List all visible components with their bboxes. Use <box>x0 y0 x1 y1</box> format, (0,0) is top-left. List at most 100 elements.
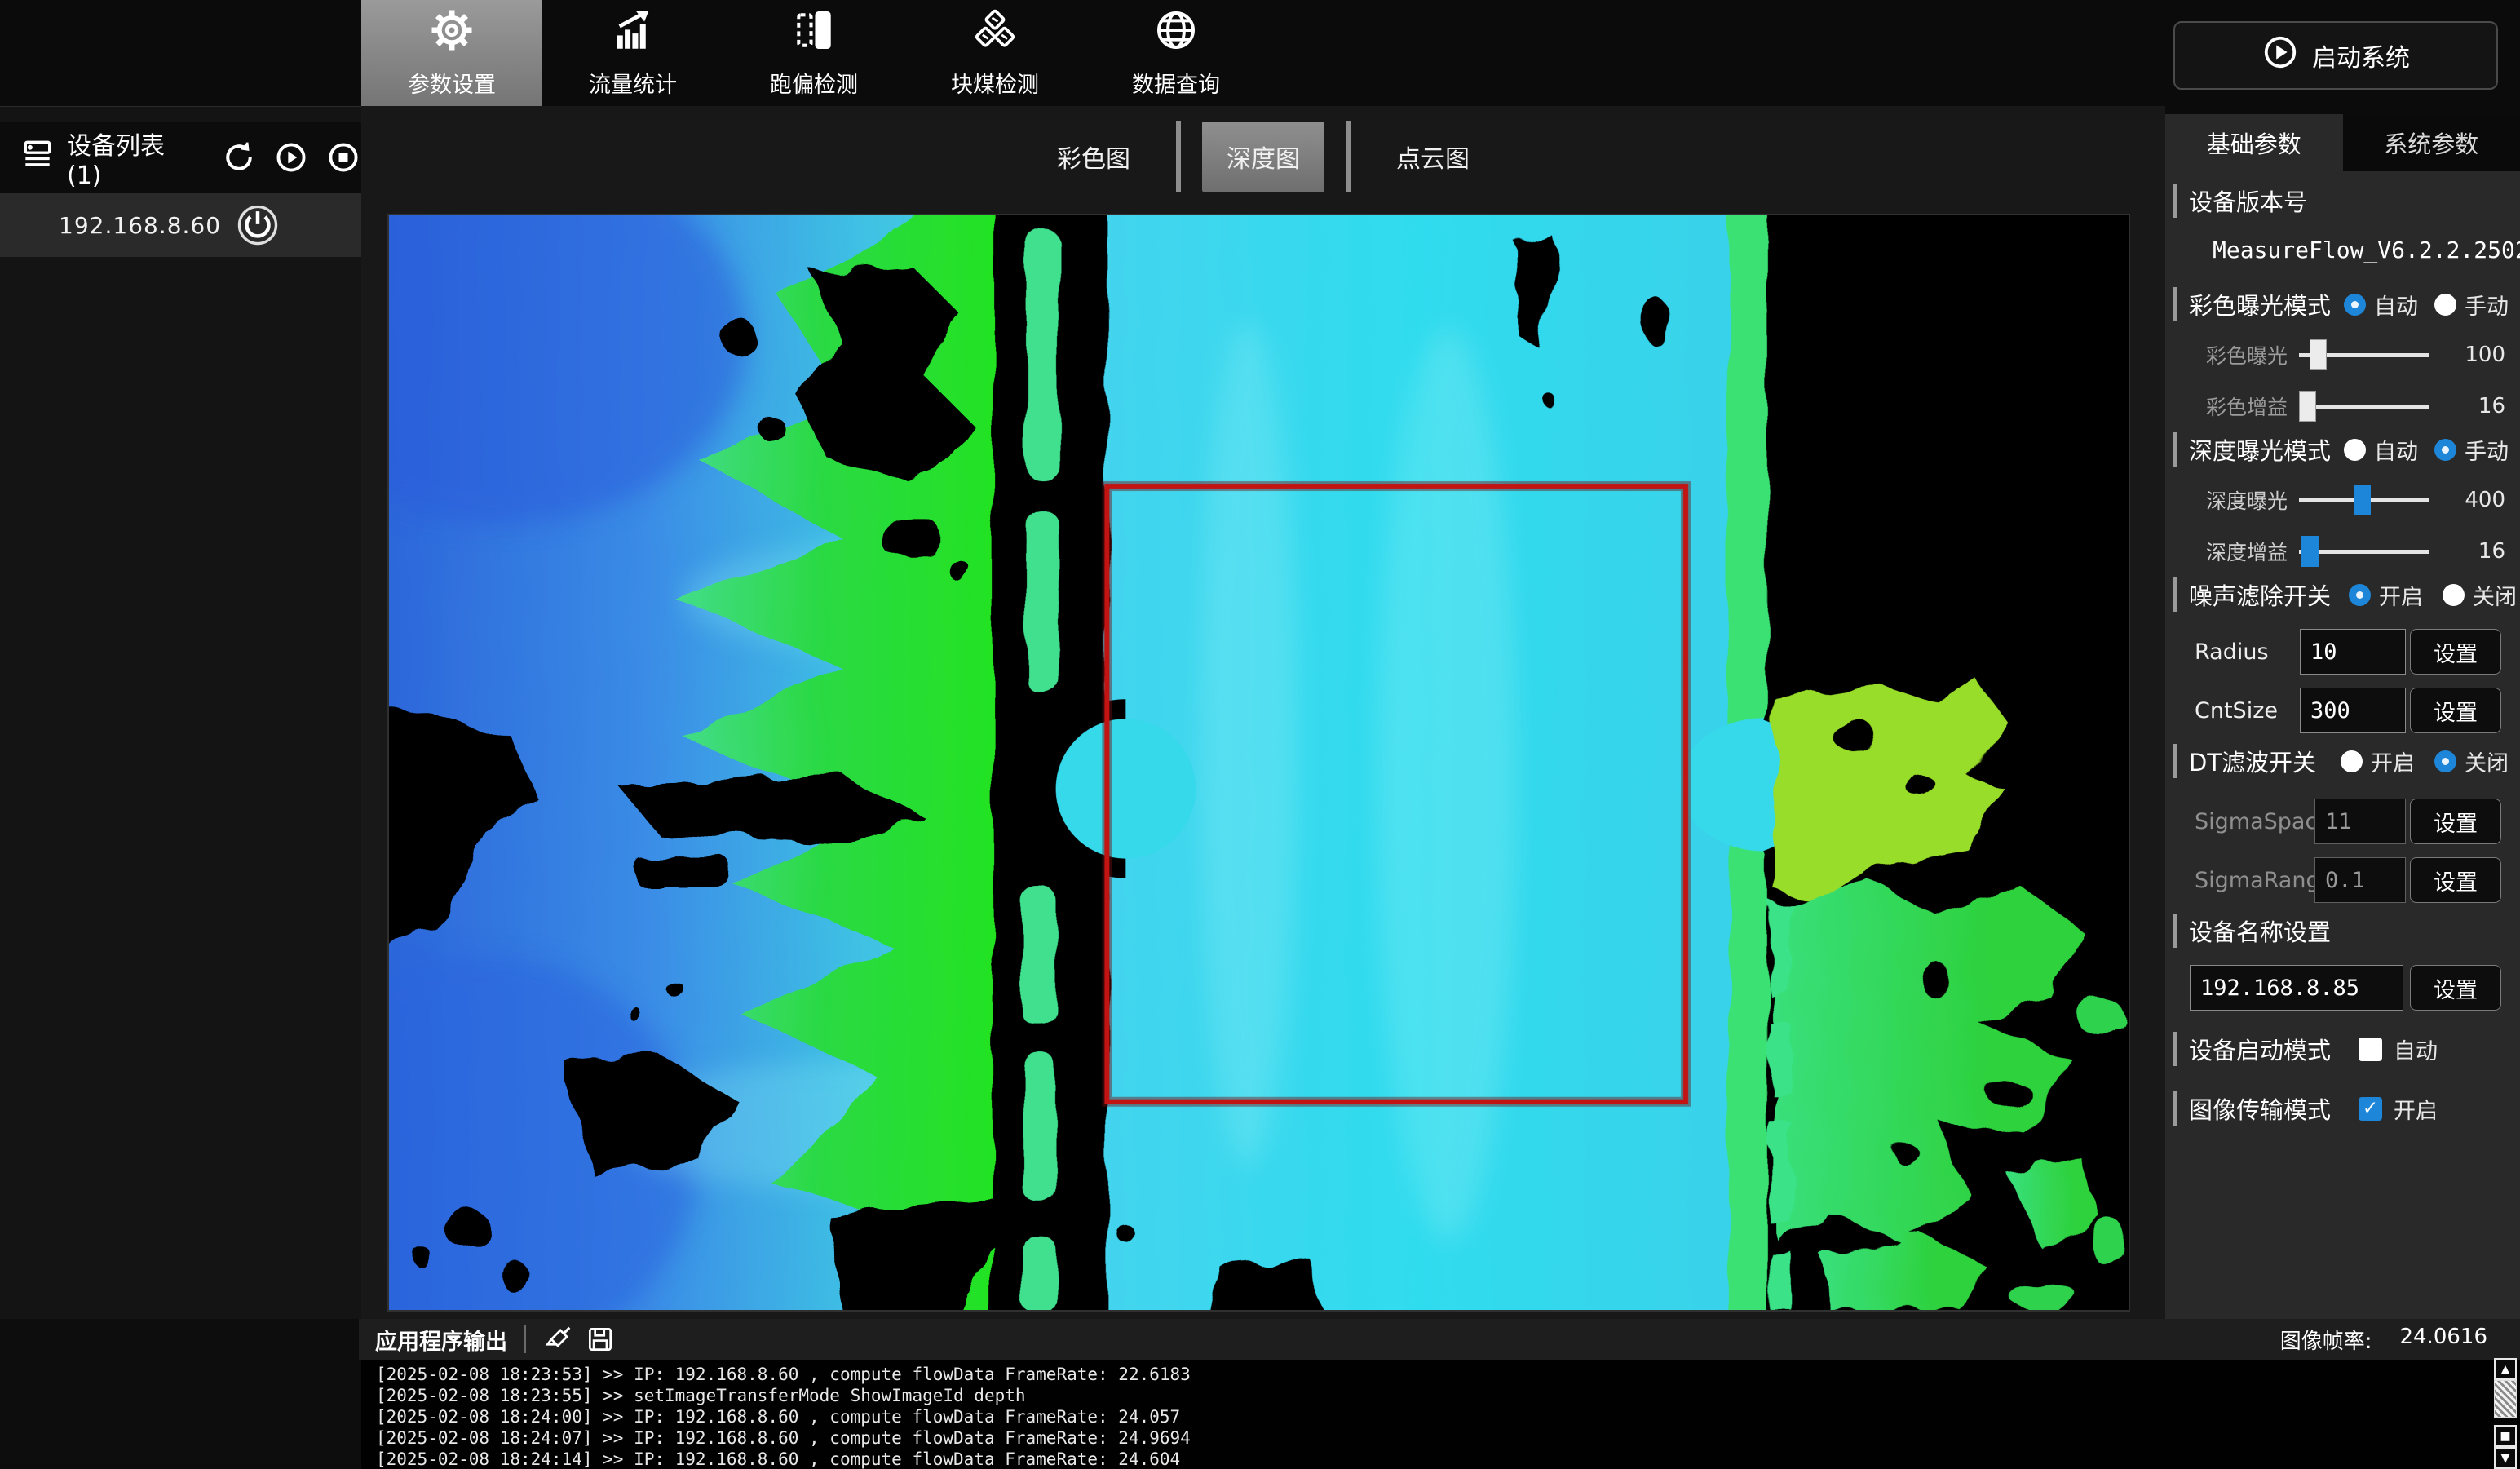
radio-dt-on[interactable]: 开启 <box>2341 746 2415 777</box>
clear-log-icon[interactable] <box>542 1324 573 1355</box>
sigma-range-input[interactable] <box>2314 857 2406 903</box>
scrollbar-thumb[interactable] <box>2494 1380 2517 1418</box>
toolbar-item-parameter-settings[interactable]: 参数设置 <box>361 0 542 106</box>
section-dt-filter: DT滤波开关 开启 关闭 <box>2165 744 2520 778</box>
depth-exposure-value: 400 <box>2465 488 2505 512</box>
coal-blocks-icon <box>972 7 1018 59</box>
sigma-space-set-button[interactable]: 设置 <box>2410 799 2501 844</box>
section-accent-bar <box>2173 432 2177 467</box>
slider-handle[interactable] <box>2301 536 2319 567</box>
stop-all-icon[interactable] <box>325 139 361 175</box>
log-console[interactable]: [2025-02-08 18:23:53] >> IP: 192.168.8.6… <box>361 1360 2520 1469</box>
globe-icon <box>1153 7 1199 59</box>
depth-map-canvas[interactable] <box>387 214 2130 1312</box>
color-exposure-slider[interactable] <box>2299 337 2429 373</box>
start-system-label: 启动系统 <box>2312 38 2410 73</box>
row-sigma-range: SigmaRange 设置 <box>2165 856 2520 904</box>
top-toolbar: 参数设置 流量统计 跑偏检测 块煤检测 <box>0 0 2520 106</box>
device-name-input[interactable] <box>2190 965 2403 1011</box>
power-icon[interactable] <box>236 203 280 247</box>
flow-chart-icon <box>610 7 656 59</box>
color-exposure-label: 彩色曝光 <box>2165 340 2288 369</box>
tab-basic-params[interactable]: 基础参数 <box>2165 114 2343 171</box>
section-depth-exposure-mode: 深度曝光模式 自动 手动 <box>2165 432 2520 467</box>
radio-color-manual[interactable]: 手动 <box>2434 289 2509 321</box>
log-line: [2025-02-08 18:23:53] >> IP: 192.168.8.6… <box>376 1364 2520 1385</box>
section-startup-mode: 设备启动模式 自动 <box>2165 1032 2520 1066</box>
slider-handle[interactable] <box>2310 339 2327 370</box>
toolbar-item-flow-statistics[interactable]: 流量统计 <box>542 0 723 106</box>
color-gain-label: 彩色增益 <box>2165 392 2288 421</box>
startup-mode-checkbox[interactable] <box>2359 1038 2382 1061</box>
radio-dot <box>2344 439 2366 461</box>
color-gain-value: 16 <box>2478 394 2505 418</box>
section-device-version: 设备版本号 <box>2165 184 2520 218</box>
scroll-up-icon[interactable]: ▲ <box>2494 1358 2517 1380</box>
deviation-icon <box>791 7 837 59</box>
tab-point-cloud[interactable]: 点云图 <box>1372 122 1494 192</box>
depth-exposure-slider[interactable] <box>2299 482 2429 518</box>
radio-noise-on[interactable]: 开启 <box>2349 579 2423 611</box>
device-name-set-button[interactable]: 设置 <box>2410 965 2501 1011</box>
cntsize-set-button[interactable]: 设置 <box>2410 688 2501 733</box>
sigma-space-input[interactable] <box>2314 799 2406 844</box>
section-accent-bar <box>2173 744 2177 778</box>
startup-mode-title: 设备启动模式 <box>2189 1032 2331 1066</box>
device-version-value: MeasureFlow_V6.2.2.250207 <box>2165 237 2520 263</box>
parameter-panel: 基础参数 系统参数 设备版本号 MeasureFlow_V6.2.2.25020… <box>2165 106 2520 1319</box>
device-sidebar: 设备列表(1) 192.168.8.60 <box>0 106 361 1319</box>
radius-set-button[interactable]: 设置 <box>2410 629 2501 675</box>
depth-gain-slider[interactable] <box>2299 533 2429 569</box>
slider-handle[interactable] <box>2299 391 2316 422</box>
radio-dot <box>2341 750 2363 772</box>
depth-exposure-label: 深度曝光 <box>2165 485 2288 515</box>
device-list-actions <box>221 139 361 175</box>
radio-depth-auto[interactable]: 自动 <box>2344 434 2418 466</box>
play-all-icon[interactable] <box>273 139 309 175</box>
depth-gain-label: 深度增益 <box>2165 537 2288 566</box>
device-ip: 192.168.8.60 <box>59 212 221 239</box>
radius-label: Radius <box>2195 639 2269 665</box>
refresh-icon[interactable] <box>221 139 257 175</box>
radio-dt-off[interactable]: 关闭 <box>2434 746 2509 777</box>
framerate-value: 24.0616 <box>2399 1325 2487 1355</box>
color-exposure-mode-title: 彩色曝光模式 <box>2189 287 2331 321</box>
scrollbar-track[interactable] <box>2494 1418 2517 1425</box>
sigma-range-set-button[interactable]: 设置 <box>2410 857 2501 903</box>
transfer-mode-checkbox[interactable]: ✓ <box>2359 1097 2382 1121</box>
radio-dot <box>2434 294 2456 316</box>
cntsize-input[interactable] <box>2300 688 2406 733</box>
toolbar-item-deviation-detection[interactable]: 跑偏检测 <box>723 0 904 106</box>
dt-filter-title: DT滤波开关 <box>2189 744 2316 778</box>
color-gain-slider[interactable] <box>2299 388 2429 424</box>
tab-depth-image[interactable]: 深度图 <box>1202 122 1324 192</box>
scroll-down-icon[interactable]: ▼ <box>2494 1447 2517 1469</box>
log-line: [2025-02-08 18:24:07] >> IP: 192.168.8.6… <box>376 1427 2520 1449</box>
sigma-space-label: SigmaSpace <box>2195 809 2331 834</box>
depth-map-rendering <box>389 215 2129 1310</box>
radius-input[interactable] <box>2300 629 2406 675</box>
save-log-icon[interactable] <box>585 1324 616 1355</box>
tab-color-image[interactable]: 彩色图 <box>1032 122 1155 192</box>
console-scrollbar[interactable]: ▲ ■ ▼ <box>2494 1358 2517 1469</box>
radio-color-auto[interactable]: 自动 <box>2344 289 2418 321</box>
scroll-page-icon[interactable]: ■ <box>2494 1425 2517 1447</box>
row-color-exposure: 彩色曝光 100 <box>2165 332 2520 378</box>
radio-noise-off[interactable]: 关闭 <box>2443 579 2517 611</box>
log-separator <box>524 1325 526 1353</box>
toolbar-item-label: 数据查询 <box>1132 67 1220 99</box>
start-system-button[interactable]: 启动系统 <box>2173 21 2498 90</box>
toolbar-items: 参数设置 流量统计 跑偏检测 块煤检测 <box>361 0 1267 106</box>
tab-system-params[interactable]: 系统参数 <box>2343 114 2520 171</box>
framerate-label: 图像帧率: <box>2280 1325 2372 1355</box>
cntsize-label: CntSize <box>2195 698 2278 723</box>
log-line: [2025-02-08 18:24:14] >> IP: 192.168.8.6… <box>376 1449 2520 1469</box>
row-depth-exposure: 深度曝光 400 <box>2165 477 2520 523</box>
toolbar-item-coal-detection[interactable]: 块煤检测 <box>904 0 1085 106</box>
slider-handle[interactable] <box>2354 485 2371 515</box>
radio-dot <box>2344 294 2366 316</box>
section-transfer-mode: 图像传输模式 ✓ 开启 <box>2165 1091 2520 1126</box>
device-row[interactable]: 192.168.8.60 <box>0 193 361 257</box>
radio-depth-manual[interactable]: 手动 <box>2434 434 2509 466</box>
toolbar-item-data-query[interactable]: 数据查询 <box>1085 0 1267 106</box>
